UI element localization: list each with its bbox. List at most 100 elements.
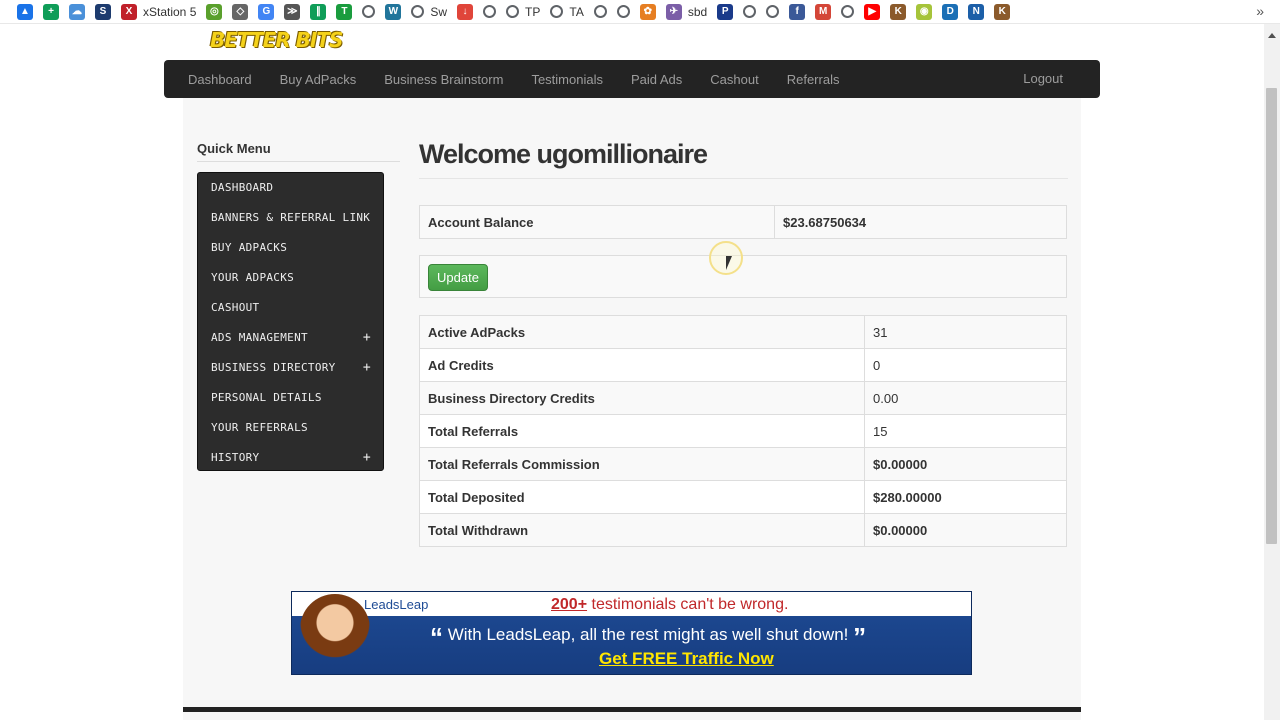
balance-value: $23.68750634: [774, 205, 1067, 239]
nav-business-brainstorm[interactable]: Business Brainstorm: [384, 72, 503, 87]
sheets-icon: +: [43, 3, 59, 20]
globe-icon: [616, 5, 630, 18]
bookmark-globe[interactable]: [478, 0, 501, 24]
banner-character-image: [300, 594, 370, 674]
bookmark-globe[interactable]: [612, 0, 635, 24]
scroll-thumb[interactable]: [1266, 88, 1277, 544]
rocket-icon: ≫: [284, 3, 301, 20]
expand-icon[interactable]: +: [363, 353, 371, 383]
bookmark-drive[interactable]: ▲: [12, 0, 38, 24]
footer-bar: [183, 707, 1081, 712]
nav-cashout[interactable]: Cashout: [710, 72, 758, 87]
banner-brand: LeadsLeap: [364, 597, 429, 612]
quick-menu-history[interactable]: HISTORY +: [198, 443, 383, 473]
quick-menu-dashboard[interactable]: DASHBOARD: [198, 173, 383, 203]
bookmark-globe[interactable]: [836, 0, 859, 24]
leaf-icon: ◎: [206, 3, 223, 20]
bookmark-pp[interactable]: P: [712, 0, 738, 24]
balance-label: Account Balance: [419, 205, 775, 239]
quick-menu-cashout[interactable]: CASHOUT: [198, 293, 383, 323]
bookmark-d[interactable]: D: [937, 0, 963, 24]
bookmark-sheets[interactable]: +: [38, 0, 64, 24]
bookmark-google[interactable]: G: [253, 0, 279, 24]
quick-menu-personal-details[interactable]: PERSONAL DETAILS: [198, 383, 383, 413]
bookmark-sdo[interactable]: S: [90, 0, 116, 24]
quick-menu-ads-management[interactable]: ADS MANAGEMENT +: [198, 323, 383, 353]
bookmark-n[interactable]: N: [963, 0, 989, 24]
quick-menu-your-referrals[interactable]: YOUR REFERRALS: [198, 413, 383, 443]
top-navbar: Dashboard Buy AdPacks Business Brainstor…: [164, 60, 1100, 98]
bookmark-wordpress[interactable]: W: [380, 0, 406, 24]
logout-link[interactable]: Logout: [1023, 71, 1063, 86]
table-row: Active AdPacks 31: [419, 315, 1067, 349]
bookmark-globe[interactable]: TA: [545, 0, 588, 24]
bookmark-bars[interactable]: ∥: [305, 0, 331, 24]
quick-menu-buy-adpacks[interactable]: BUY ADPACKS: [198, 233, 383, 263]
bookmark-cloud[interactable]: ☁: [64, 0, 90, 24]
gmail-icon: M: [815, 3, 832, 20]
nav-referrals[interactable]: Referrals: [787, 72, 840, 87]
bookmark-facebook[interactable]: f: [784, 0, 810, 24]
bookmark-k2[interactable]: K: [989, 0, 1015, 24]
bookmark-globe[interactable]: [761, 0, 784, 24]
bars-icon: ∥: [310, 3, 327, 20]
quick-menu-your-adpacks[interactable]: YOUR ADPACKS: [198, 263, 383, 293]
bookmark-layers[interactable]: ◇: [227, 0, 253, 24]
stats-table: Active AdPacks 31 Ad Credits 0 Business Dire…: [419, 315, 1067, 547]
banner-headline-number: 200+: [551, 596, 588, 613]
banner-headline: 200+ testimonials can't be wrong.: [551, 596, 788, 614]
bookmark-label: Sw: [430, 4, 448, 19]
nav-buy-adpacks[interactable]: Buy AdPacks: [280, 72, 357, 87]
update-button[interactable]: Update: [428, 264, 488, 291]
divider: [197, 161, 400, 162]
stat-value: 15: [864, 414, 1067, 448]
bookmarks-overflow-button[interactable]: »: [1256, 3, 1264, 19]
d-icon: D: [942, 3, 959, 20]
bookmark-globe[interactable]: [357, 0, 380, 24]
nav-dashboard[interactable]: Dashboard: [188, 72, 252, 87]
quick-menu-label: BUY ADPACKS: [211, 241, 288, 254]
expand-icon[interactable]: +: [363, 323, 371, 353]
bookmark-k[interactable]: K: [885, 0, 911, 24]
bookmark-globe[interactable]: [589, 0, 612, 24]
leadsleap-banner-ad[interactable]: LeadsLeap 200+ testimonials can't be wro…: [291, 591, 972, 675]
bookmark-gmail[interactable]: M: [810, 0, 836, 24]
k-icon: K: [890, 3, 907, 20]
site-logo[interactable]: BETTER BITS: [210, 28, 343, 52]
quick-menu-label: YOUR REFERRALS: [211, 421, 308, 434]
scroll-up-arrow-icon[interactable]: [1268, 33, 1276, 38]
bookmark-download[interactable]: ↓: [452, 0, 478, 24]
bookmark-globe[interactable]: TP: [501, 0, 545, 24]
bookmark-globe[interactable]: [738, 0, 761, 24]
quick-menu-business-directory[interactable]: BUSINESS DIRECTORY +: [198, 353, 383, 383]
page-scrollbar[interactable]: [1264, 24, 1280, 720]
cloud-icon: ☁: [69, 3, 85, 20]
bookmark-youtube[interactable]: ▶: [859, 0, 885, 24]
youtube-icon: ▶: [864, 3, 881, 20]
mouse-cursor-icon: [726, 256, 738, 270]
bookmark-flower[interactable]: ✿: [635, 0, 661, 24]
table-row: Total Referrals 15: [419, 414, 1067, 448]
quick-menu-banners-referral-link[interactable]: BANNERS & REFERRAL LINK: [198, 203, 383, 233]
bookmark-sw[interactable]: Sw: [406, 0, 452, 24]
globe-icon: [362, 5, 376, 18]
nav-paid-ads[interactable]: Paid Ads: [631, 72, 682, 87]
bookmark-xstation[interactable]: XxStation 5: [116, 0, 201, 24]
nav-testimonials[interactable]: Testimonials: [531, 72, 603, 87]
quick-menu: DASHBOARD BANNERS & REFERRAL LINK BUY AD…: [197, 172, 384, 471]
banner-cta-link[interactable]: Get FREE Traffic Now: [599, 649, 774, 669]
globe-icon: [483, 5, 497, 18]
bookmark-rocket[interactable]: ≫: [279, 0, 305, 24]
table-row: Ad Credits 0: [419, 348, 1067, 382]
stat-label: Total Withdrawn: [419, 513, 865, 547]
bookmark-circle[interactable]: ◉: [911, 0, 937, 24]
bookmark-leaf[interactable]: ◎: [201, 0, 227, 24]
table-row: Total Deposited $280.00000: [419, 480, 1067, 514]
bookmark-label: sbd: [687, 4, 708, 19]
bookmark-sbd[interactable]: ✈ sbd: [661, 0, 712, 24]
quick-menu-label: PERSONAL DETAILS: [211, 391, 322, 404]
globe-icon: [593, 5, 607, 18]
quick-menu-title: Quick Menu: [197, 141, 271, 156]
bookmark-t[interactable]: T: [331, 0, 357, 24]
expand-icon[interactable]: +: [363, 443, 371, 473]
